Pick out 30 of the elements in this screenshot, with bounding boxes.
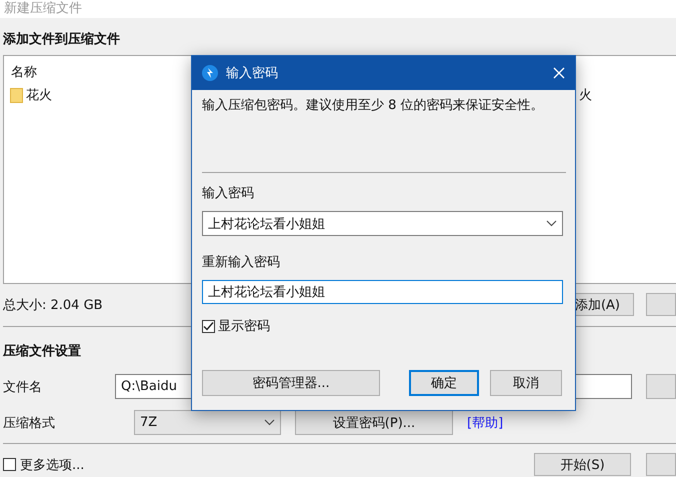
- start-button[interactable]: 开始(S): [534, 453, 631, 476]
- checkbox[interactable]: [3, 458, 16, 471]
- window-title: 新建压缩文件: [4, 1, 82, 17]
- dialog-button[interactable]: 确定: [409, 370, 479, 396]
- caret-icon: [264, 419, 275, 426]
- field-label: 文件名: [3, 378, 43, 396]
- field-label: 输入密码: [202, 185, 255, 202]
- password-combo[interactable]: 上村花论坛看小姐姐: [202, 211, 563, 236]
- field-label: 压缩格式: [3, 414, 56, 432]
- folder-icon: [10, 88, 23, 102]
- dialog-message: 输入压缩包密码。建议使用至少 8 位的密码来保证安全性。: [202, 97, 545, 114]
- checkbox-label[interactable]: 更多选项...: [20, 456, 534, 474]
- file-name[interactable]: 花火: [26, 86, 52, 104]
- help-link[interactable]: [帮助]: [467, 414, 504, 432]
- field-label: 重新输入密码: [202, 254, 281, 271]
- set-password-button[interactable]: 设置密码(P)...: [295, 410, 453, 435]
- format-select[interactable]: 7Z: [134, 410, 281, 435]
- dialog-button[interactable]: 密码管理器...: [202, 370, 380, 396]
- total-size: 总大小: 2.04 GB: [3, 296, 104, 314]
- table-cell-text: 火: [579, 87, 592, 104]
- confirm-password-field[interactable]: 上村花论坛看小姐姐: [202, 280, 563, 304]
- dialog-button[interactable]: 取消: [490, 370, 562, 396]
- dialog-title: 输入密码: [226, 65, 279, 82]
- app-logo-icon: [202, 65, 218, 81]
- caret-icon: [546, 220, 557, 227]
- section-heading: 压缩文件设置: [2, 342, 82, 360]
- close-icon[interactable]: [553, 67, 565, 79]
- column-header[interactable]: 名称: [11, 65, 37, 80]
- section-heading: 添加文件到压缩文件: [2, 30, 121, 48]
- checkbox-label[interactable]: 显示密码: [218, 317, 270, 335]
